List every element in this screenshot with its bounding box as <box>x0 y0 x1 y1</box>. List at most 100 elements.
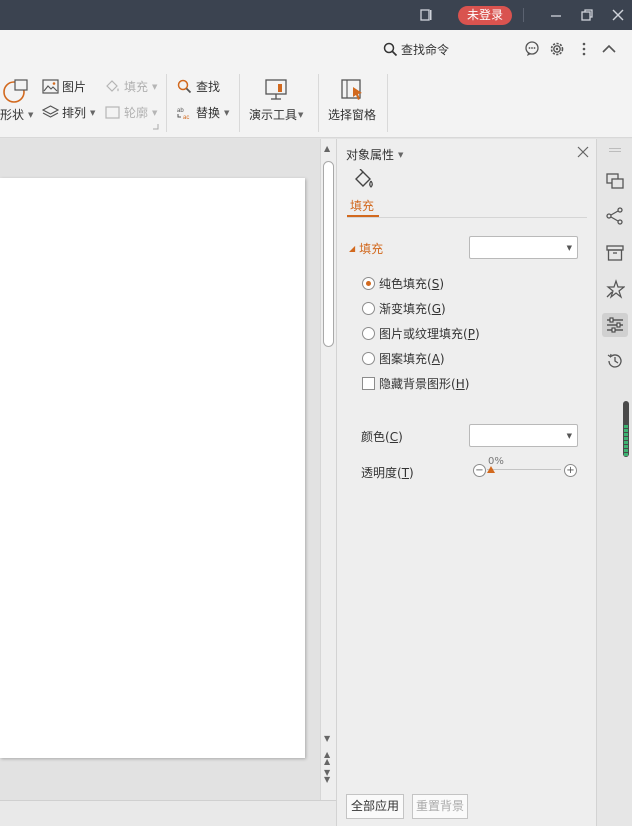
option-hide-background-graphics[interactable]: 隐藏背景图形(H) <box>362 375 469 392</box>
option-solid-fill[interactable]: 纯色填充(S) <box>362 275 444 292</box>
color-dropdown[interactable]: ▼ <box>469 424 578 447</box>
transparency-slider-track[interactable] <box>487 469 561 470</box>
more-options-icon[interactable] <box>575 40 593 58</box>
shape-button[interactable]: 形状 ▼ <box>0 106 33 123</box>
search-command-button[interactable]: 查找命令 <box>383 40 449 58</box>
properties-sliders-icon[interactable] <box>605 315 625 335</box>
outline-button[interactable]: 轮廓 ▼ <box>104 104 157 121</box>
picture-label: 图片 <box>62 80 87 94</box>
presentation-tools-label: 演示工具 <box>249 108 298 122</box>
find-button[interactable]: 查找 <box>176 78 220 95</box>
close-window-icon[interactable] <box>610 7 626 23</box>
minimize-icon[interactable] <box>548 7 564 23</box>
replace-icon: abac <box>177 108 189 120</box>
selection-pane-button[interactable]: 选择窗格 <box>328 78 376 123</box>
chevron-down-icon: ▼ <box>152 82 158 91</box>
transparency-key: T <box>401 466 410 480</box>
solid-fill-key: S <box>431 277 440 291</box>
scrollbar-thumb[interactable] <box>323 161 334 347</box>
ribbon-separator <box>166 74 167 132</box>
picture-texture-fill-key: P <box>467 327 475 341</box>
hide-background-checkbox[interactable] <box>362 377 375 390</box>
right-sidebar <box>596 139 632 826</box>
fill-section-toggle[interactable]: ◢ 填充 <box>349 240 383 257</box>
option-gradient-fill[interactable]: 渐变填充(G) <box>362 300 446 317</box>
panel-title-dropdown[interactable]: 对象属性 ▼ <box>346 146 403 163</box>
scroll-down-icon[interactable]: ▼ <box>324 734 330 743</box>
gradient-fill-key: G <box>431 302 441 316</box>
outline-label: 轮廓 <box>124 106 149 120</box>
fill-label: 填充 <box>124 80 149 94</box>
gear-icon[interactable] <box>548 40 566 58</box>
sidebar-grip[interactable] <box>609 148 621 152</box>
ribbon-separator <box>318 74 319 132</box>
archive-box-icon[interactable] <box>605 243 625 263</box>
svg-text:ab: ab <box>177 108 184 114</box>
hide-background-label: 隐藏背景图形( <box>379 377 456 391</box>
replace-label: 替换 <box>196 106 221 120</box>
presentation-tools-icon <box>265 79 287 100</box>
restore-icon[interactable] <box>579 7 595 23</box>
decrease-transparency-button[interactable]: − <box>473 464 486 477</box>
share-icon[interactable] <box>605 206 625 226</box>
pattern-fill-label: 图案填充( <box>379 352 432 366</box>
pattern-fill-radio[interactable] <box>362 352 375 365</box>
history-icon[interactable] <box>605 351 625 371</box>
svg-text:ac: ac <box>183 115 189 120</box>
selection-pane-label: 选择窗格 <box>328 108 377 122</box>
transparency-label-row: 透明度(T) <box>361 466 414 480</box>
panel-title: 对象属性 <box>346 148 395 162</box>
previous-page-icon[interactable]: ▲ ▲ <box>324 751 330 766</box>
replace-button[interactable]: ab ac 替换 ▼ <box>176 104 229 121</box>
search-icon <box>383 42 398 56</box>
presentation-tools-button[interactable]: 演示工具 ▼ <box>249 78 303 123</box>
selection-pane-icon <box>341 79 362 100</box>
vertical-scrollbar[interactable]: ▲ ▼ ▲ ▲ ▼ ▼ <box>320 139 336 800</box>
gradient-fill-radio[interactable] <box>362 302 375 315</box>
dialog-launcher-icon[interactable] <box>153 124 159 130</box>
object-properties-panel: 对象属性 ▼ 填充 ◢ 填充 ▼ 纯色填充(S) 渐变填充(G) 图片或纹理填充(… <box>336 139 596 826</box>
slide-editing-area[interactable] <box>0 139 320 800</box>
chevron-down-icon: ▼ <box>566 244 572 252</box>
collapse-triangle-icon: ◢ <box>349 244 356 253</box>
tab-fill[interactable]: 填充 <box>350 197 374 214</box>
chevron-down-icon: ▼ <box>152 108 158 117</box>
increase-transparency-button[interactable]: + <box>564 464 577 477</box>
fill-type-dropdown[interactable]: ▼ <box>469 236 578 259</box>
color-label: 颜色( <box>361 430 390 444</box>
chat-icon[interactable] <box>523 40 541 58</box>
color-key: C <box>389 430 399 444</box>
option-pattern-fill[interactable]: 图案填充(A) <box>362 350 445 367</box>
collapse-ribbon-icon[interactable] <box>600 40 618 58</box>
scroll-up-icon[interactable]: ▲ <box>324 144 330 153</box>
picture-texture-fill-radio[interactable] <box>362 327 375 340</box>
pattern-fill-key: A <box>431 352 440 366</box>
paint-bucket-icon <box>355 169 373 188</box>
chevron-down-icon: ▼ <box>398 150 404 159</box>
find-label: 查找 <box>196 80 221 94</box>
apply-all-button[interactable]: 全部应用 <box>346 794 404 819</box>
slide-canvas[interactable] <box>0 178 305 758</box>
tab-divider <box>347 217 587 218</box>
next-page-icon[interactable]: ▼ ▼ <box>324 769 330 784</box>
search-icon <box>177 79 192 94</box>
picture-texture-fill-label: 图片或纹理填充( <box>379 327 468 341</box>
ribbon-toolbar: 形状 ▼ 图片 排列 ▼ 填充 ▼ 轮廓 ▼ 查找 ab ac 替换 ▼ 演示工具 ▼ 选择窗… <box>0 68 632 138</box>
title-bar: 未登录 <box>0 0 632 30</box>
solid-fill-radio[interactable] <box>362 277 375 290</box>
option-picture-texture-fill[interactable]: 图片或纹理填充(P) <box>362 325 480 342</box>
fill-button[interactable]: 填充 ▼ <box>104 78 157 95</box>
login-button[interactable]: 未登录 <box>458 6 512 25</box>
layers-icon <box>42 105 59 118</box>
effects-star-icon[interactable] <box>605 279 625 299</box>
reset-background-button[interactable]: 重置背景 <box>412 794 468 819</box>
outline-icon <box>105 106 120 119</box>
picture-icon <box>42 79 59 94</box>
transparency-slider-handle[interactable] <box>487 466 495 473</box>
switch-window-icon[interactable] <box>605 171 625 191</box>
color-label-row: 颜色(C) <box>361 430 403 444</box>
close-icon[interactable] <box>577 146 589 158</box>
picture-button[interactable]: 图片 <box>42 78 86 95</box>
tablet-mode-icon[interactable] <box>418 7 434 23</box>
arrange-button[interactable]: 排列 ▼ <box>42 104 95 121</box>
